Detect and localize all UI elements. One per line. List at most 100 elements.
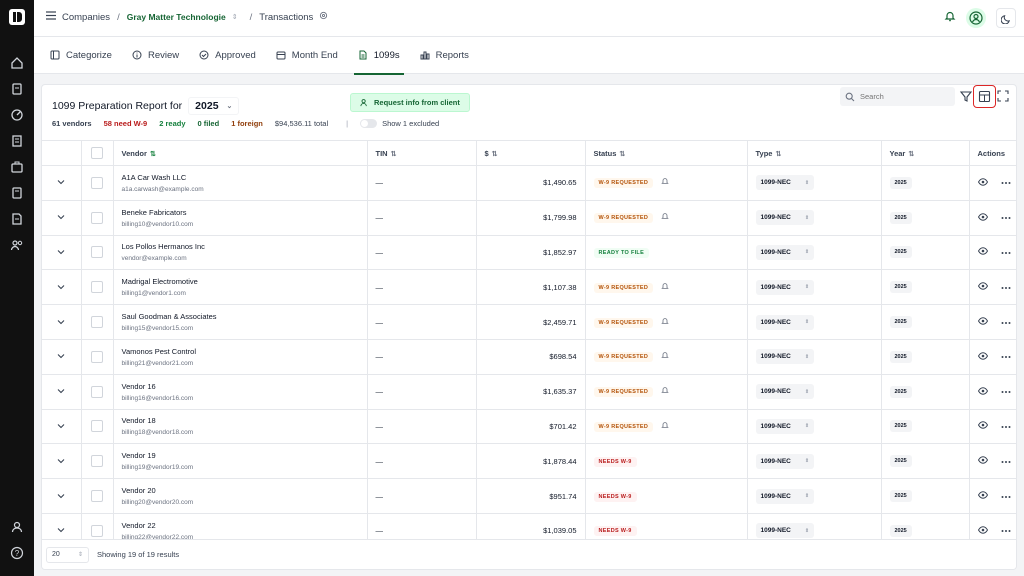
vendor-name[interactable]: Saul Goodman & Associates [122,312,359,321]
tab-categorize[interactable]: Categorize [40,37,122,74]
briefcase-icon[interactable] [9,159,25,175]
vendor-name[interactable]: Vendor 18 [122,416,359,425]
view-eye-icon[interactable] [977,317,988,327]
type-select[interactable]: 1099-NEC ⇕ [755,314,815,330]
gauge-icon[interactable] [9,107,25,123]
type-select[interactable]: 1099-NEC ⇕ [755,488,815,504]
user-icon[interactable] [9,519,25,535]
type-select[interactable]: 1099-NEC ⇕ [755,244,815,260]
vendor-name[interactable]: Beneke Fabricators [122,208,359,217]
chevron-down-icon[interactable] [57,387,65,396]
chevron-down-icon[interactable] [57,178,65,187]
more-options-icon[interactable] [1001,457,1011,466]
theme-toggle-moon-icon[interactable] [996,8,1016,28]
breadcrumb-company[interactable]: Gray Matter Technologie [127,12,226,22]
row-checkbox[interactable] [91,385,103,398]
vendor-name[interactable]: A1A Car Wash LLC [122,173,359,182]
year-column-header[interactable]: Year ⇅ [881,140,970,166]
foreign-count[interactable]: 1 foreign [231,119,263,128]
need-w9-count[interactable]: 58 need W-9 [104,119,148,128]
type-select[interactable]: 1099-NEC ⇕ [755,175,815,191]
chevron-down-icon[interactable] [57,283,65,292]
type-select[interactable]: 1099-NEC ⇕ [755,418,815,434]
row-checkbox[interactable] [91,281,103,294]
status-column-header[interactable]: Status ⇅ [585,140,748,166]
view-eye-icon[interactable] [977,247,988,257]
table-row[interactable]: Vamonos Pest Control billing21@vendor21.c… [42,339,1016,375]
file-text-icon[interactable] [9,211,25,227]
table-row[interactable]: Vendor 16 billing16@vendor16.com — $1,635.3… [42,374,1016,410]
view-eye-icon[interactable] [977,491,988,501]
home-icon[interactable] [9,55,25,71]
page-size-select[interactable]: 20 ⇕ [46,546,89,563]
type-select[interactable]: 1099-NEC ⇕ [755,453,815,469]
vendor-column-header[interactable]: Vendor ⇅ [113,140,368,166]
type-column-header[interactable]: Type ⇅ [747,140,882,166]
sort-icon[interactable]: ⇅ [619,151,625,158]
settings-gear-icon[interactable] [319,11,328,23]
row-checkbox[interactable] [91,176,103,189]
more-options-icon[interactable] [1001,352,1011,361]
columns-settings-button[interactable] [973,85,996,108]
chevron-down-icon[interactable] [57,457,65,466]
avatar[interactable] [966,8,986,28]
view-eye-icon[interactable] [977,282,988,292]
type-select[interactable]: 1099-NEC ⇕ [755,349,815,365]
table-row[interactable]: Vendor 18 billing18@vendor18.com — $701.42 W… [42,409,1016,445]
view-eye-icon[interactable] [977,352,988,362]
search-input[interactable] [860,92,940,101]
amount-column-header[interactable]: $ ⇅ [476,140,586,166]
chevron-down-icon[interactable] [57,213,65,222]
chevron-down-icon[interactable] [57,248,65,257]
view-eye-icon[interactable] [977,526,988,536]
select-all-checkbox[interactable] [91,147,103,159]
chevron-down-icon[interactable] [57,422,65,431]
request-info-button[interactable]: Request info from client [350,93,470,112]
sort-icon[interactable]: ⇅ [150,151,156,158]
type-select[interactable]: 1099-NEC ⇕ [755,523,815,539]
sort-icon[interactable]: ⇅ [775,151,781,158]
view-eye-icon[interactable] [977,386,988,397]
chevron-down-icon[interactable] [57,492,65,501]
vendor-name[interactable]: Vendor 19 [122,451,359,460]
bell-icon[interactable] [661,387,669,396]
view-eye-icon[interactable] [977,456,988,466]
tin-column-header[interactable]: TIN ⇅ [367,140,477,166]
bell-icon[interactable] [661,283,669,292]
view-eye-icon[interactable] [977,212,988,223]
vendor-name[interactable]: Vamonos Pest Control [122,347,359,356]
filed-count[interactable]: 0 filed [198,119,220,128]
help-icon[interactable]: ? [9,545,25,561]
row-checkbox[interactable] [91,524,103,537]
chevron-down-icon[interactable] [57,318,65,327]
sort-icon[interactable]: ⇅ [492,151,498,158]
sort-icon[interactable]: ⇅ [391,151,397,158]
menu-icon[interactable] [46,11,56,23]
type-select[interactable]: 1099-NEC ⇕ [755,210,815,226]
table-row[interactable]: Saul Goodman & Associates billing15@vendo… [42,304,1016,340]
search-box[interactable] [840,87,955,106]
breadcrumb-companies[interactable]: Companies [62,12,110,23]
row-checkbox[interactable] [91,350,103,363]
tab-1099s[interactable]: 1099s [348,37,410,75]
table-row[interactable]: Beneke Fabricators billing10@vendor10.com… [42,200,1016,236]
tab-review[interactable]: Review [122,37,189,74]
chevron-down-icon[interactable] [57,352,65,361]
more-options-icon[interactable] [1001,526,1011,535]
more-options-icon[interactable] [1001,213,1011,222]
table-row[interactable]: Madrigal Electromotive billing1@vendor1.c… [42,269,1016,306]
row-checkbox[interactable] [91,455,103,468]
more-options-icon[interactable] [1001,178,1011,187]
tab-approved[interactable]: Approved [189,37,266,74]
chevron-updown-icon[interactable]: ⇕ [232,13,238,21]
table-row[interactable]: Vendor 20 billing20@vendor20.com — $951.74 N… [42,478,1016,514]
vendor-name[interactable]: Madrigal Electromotive [122,277,359,286]
bell-icon[interactable] [661,178,669,187]
row-checkbox[interactable] [91,420,103,433]
type-select[interactable]: 1099-NEC ⇕ [755,384,815,400]
more-options-icon[interactable] [1001,248,1011,257]
table-row[interactable]: Los Pollos Hermanos Inc vendor@example.co… [42,235,1016,271]
tab-reports[interactable]: Reports [410,37,479,74]
year-select[interactable]: 2025 ⌄ [188,97,240,115]
more-options-icon[interactable] [1001,492,1011,501]
